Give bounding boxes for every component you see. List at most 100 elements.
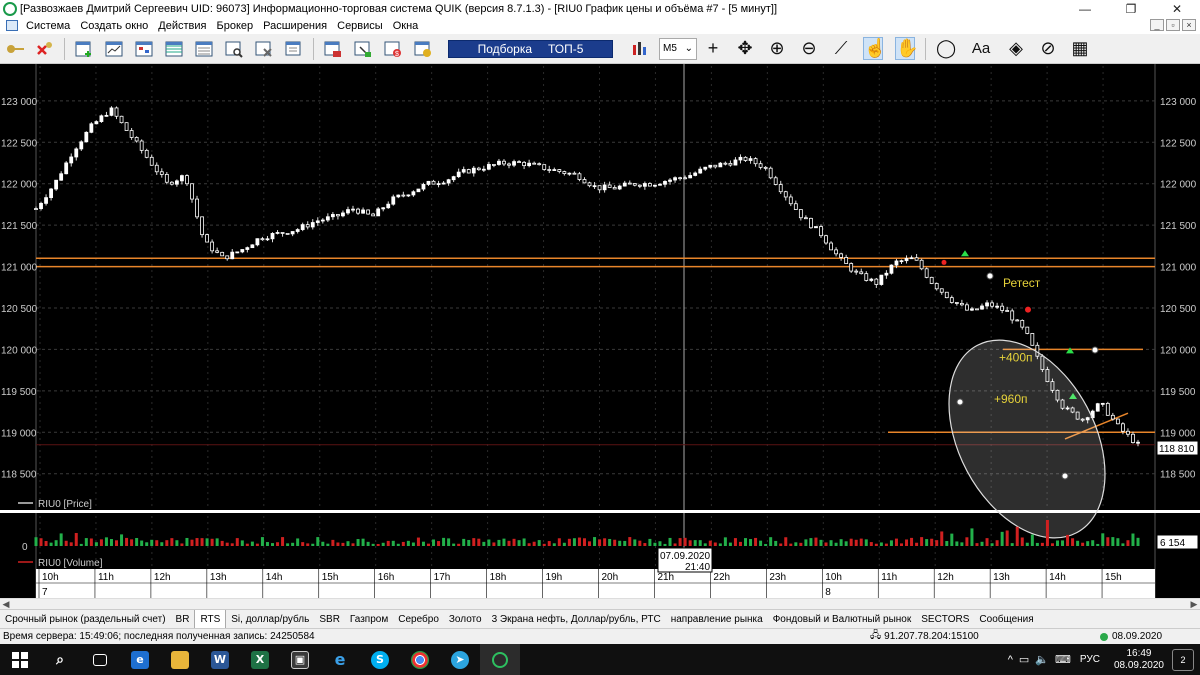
remove-window-icon[interactable] xyxy=(253,38,275,60)
ruler-icon[interactable]: ⟋ xyxy=(831,38,851,59)
disconnect-icon[interactable] xyxy=(34,38,56,60)
menu-item-actions[interactable]: Действия xyxy=(153,20,211,32)
mdi-minimize-button[interactable]: _ xyxy=(1150,19,1164,31)
ellipse-handle[interactable] xyxy=(986,272,994,280)
keyboard-tray-icon[interactable]: ⌨ xyxy=(1055,653,1071,666)
chart-window-icon[interactable] xyxy=(103,38,125,60)
system-menu-icon[interactable] xyxy=(6,20,18,31)
ellipse-handle[interactable] xyxy=(1091,346,1099,354)
chart-window[interactable]: Ретест +400п +960п 123 000 123 000 122 500 12… xyxy=(0,64,1200,598)
tab-3[interactable]: Si, доллар/рубль xyxy=(226,610,314,628)
mdi-restore-button[interactable]: ▫ xyxy=(1166,19,1180,31)
ellipse-drawing[interactable] xyxy=(917,272,1137,565)
tab-10[interactable]: Фондовый и Валютный рынок xyxy=(768,610,917,628)
candle-down xyxy=(1030,333,1035,346)
menu-item-services[interactable]: Сервисы xyxy=(332,20,388,32)
tab-12[interactable]: Сообщения xyxy=(974,610,1038,628)
ellipse-handle[interactable] xyxy=(956,398,964,406)
menu-item-system[interactable]: Система xyxy=(21,20,75,32)
buy-signal-icon xyxy=(961,250,969,257)
tab-4[interactable]: SBR xyxy=(314,610,345,628)
tab-5[interactable]: Газпром xyxy=(345,610,393,628)
taskbar-quik[interactable] xyxy=(480,644,520,675)
tray-chevron-icon[interactable]: ^ xyxy=(1008,654,1013,666)
chart-type-icon[interactable] xyxy=(629,38,651,60)
taskbar-skype[interactable]: S xyxy=(360,644,400,675)
taskbar-explorer[interactable] xyxy=(160,644,200,675)
new-order-icon[interactable] xyxy=(322,38,344,60)
candle-down xyxy=(959,302,964,306)
toolbar-separator xyxy=(313,37,314,60)
selection-dropdown[interactable]: Подборка ТОП-5 xyxy=(448,39,613,58)
volume-bar xyxy=(175,540,179,546)
tab-0[interactable]: Срочный рынок (раздельный счет) xyxy=(0,610,171,628)
chart-canvas[interactable]: Ретест +400п +960п 123 000 123 000 122 500 12… xyxy=(0,64,1200,598)
tab-11[interactable]: SECTORS xyxy=(916,610,974,628)
task-view-button[interactable] xyxy=(80,644,120,675)
menu-item-broker[interactable]: Брокер xyxy=(212,20,259,32)
taskbar-ie[interactable]: e xyxy=(320,644,360,675)
settings-window-icon[interactable] xyxy=(283,38,305,60)
volume-tray-icon[interactable]: 🔈 xyxy=(1035,653,1049,666)
stop-order-icon[interactable] xyxy=(352,38,374,60)
volume-value-label: 6 154 xyxy=(1160,538,1185,549)
taskbar-telegram[interactable]: ➤ xyxy=(440,644,480,675)
move-icon[interactable]: ✥ xyxy=(735,38,755,59)
tab-2[interactable]: RTS xyxy=(194,610,227,628)
tab-9[interactable]: направление рынка xyxy=(666,610,768,628)
taskbar-excel[interactable]: X xyxy=(240,644,280,675)
mdi-close-button[interactable]: × xyxy=(1182,19,1196,31)
grid-tool-icon[interactable]: ▦ xyxy=(1070,38,1090,59)
crosshair-icon[interactable]: + xyxy=(703,38,723,59)
search-button[interactable]: ⌕ xyxy=(40,644,80,675)
candle-down xyxy=(612,187,617,190)
candle-down xyxy=(1121,423,1125,432)
orders-window-icon[interactable] xyxy=(193,38,215,60)
candle-down xyxy=(763,166,768,169)
fill-tool-icon[interactable]: ◈ xyxy=(1006,38,1026,59)
network-tray-icon[interactable]: ▭ xyxy=(1019,653,1029,666)
quotes-window-icon[interactable] xyxy=(133,38,155,60)
maximize-button[interactable]: ❐ xyxy=(1108,0,1154,17)
search-window-icon[interactable] xyxy=(223,38,245,60)
tab-1[interactable]: BR xyxy=(171,610,195,628)
horizontal-scrollbar[interactable]: ◀ ▶ xyxy=(0,598,1200,609)
taskbar-store[interactable]: ▣ xyxy=(280,644,320,675)
candle-down xyxy=(1000,305,1005,311)
candle-down xyxy=(164,174,169,183)
table-window-icon[interactable] xyxy=(163,38,185,60)
zoom-out-icon[interactable]: ⊖ xyxy=(799,38,819,59)
clock[interactable]: 16:49 08.09.2020 xyxy=(1114,648,1164,672)
menu-item-windows[interactable]: Окна xyxy=(388,20,424,32)
hide-icon[interactable]: ⊘ xyxy=(1038,38,1058,59)
tab-8[interactable]: 3 Экрана нефть, Доллар/рубль, РТС xyxy=(487,610,666,628)
language-indicator[interactable]: РУС xyxy=(1080,654,1100,665)
new-window-icon[interactable] xyxy=(73,38,95,60)
volume-bar xyxy=(210,538,214,546)
candle-up xyxy=(527,162,532,167)
menu-item-extensions[interactable]: Расширения xyxy=(258,20,332,32)
close-button[interactable]: ✕ xyxy=(1154,0,1200,17)
candle-down xyxy=(683,177,688,180)
notification-center-button[interactable]: 2 xyxy=(1172,648,1194,671)
time-tick-label: 12h xyxy=(154,572,171,583)
ellipse-tool-icon[interactable]: ◯ xyxy=(936,38,956,59)
start-button[interactable] xyxy=(0,644,40,675)
taskbar-edge[interactable]: e xyxy=(120,644,160,675)
menu-item-create-window[interactable]: Создать окно xyxy=(75,20,153,32)
interval-select[interactable]: M5 ⌄ xyxy=(659,37,697,60)
zoom-in-icon[interactable]: ⊕ xyxy=(767,38,787,59)
text-tool-icon[interactable]: Aa xyxy=(968,40,994,57)
key-icon[interactable] xyxy=(4,38,26,60)
portfolio-icon[interactable] xyxy=(412,38,434,60)
hand-select-icon[interactable]: ☝ xyxy=(863,37,886,60)
tab-6[interactable]: Серебро xyxy=(393,610,444,628)
taskbar-chrome[interactable] xyxy=(400,644,440,675)
minimize-button[interactable]: — xyxy=(1062,0,1108,17)
tab-7[interactable]: Золото xyxy=(444,610,487,628)
money-order-icon[interactable]: $ xyxy=(382,38,404,60)
hand-pan-icon[interactable]: ✋ xyxy=(895,37,918,60)
y-tick-right: 118 500 xyxy=(1160,470,1196,481)
taskbar-word[interactable]: W xyxy=(200,644,240,675)
ellipse-handle[interactable] xyxy=(1061,472,1069,480)
